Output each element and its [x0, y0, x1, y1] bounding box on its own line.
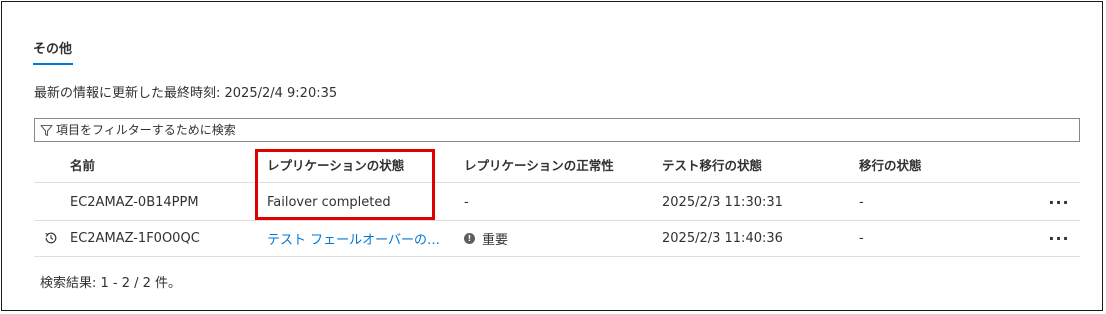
row-name: EC2AMAZ-0B14PPM	[70, 194, 199, 210]
filter-input[interactable]	[56, 121, 1079, 139]
table-header: 名前 レプリケーションの状態 レプリケーションの正常性 テスト移行の状態 移行の…	[34, 146, 1080, 183]
tab-other[interactable]: その他	[33, 38, 72, 57]
filter-icon	[40, 124, 53, 137]
tab-active-indicator	[33, 63, 73, 65]
column-header-replication-status[interactable]: レプリケーションの状態	[267, 146, 452, 182]
more-actions-button[interactable]: ···	[1044, 220, 1074, 256]
row-test-migration-status: 2025/2/3 11:40:36	[662, 230, 783, 246]
more-actions-button[interactable]: ···	[1044, 184, 1074, 220]
replication-status-link[interactable]: テスト フェールオーバーのクリー…	[267, 229, 447, 248]
panel-frame: その他 最新の情報に更新した最終時刻: 2025/2/4 9:20:35 名前 …	[1, 1, 1103, 311]
table-row[interactable]: EC2AMAZ-0B14PPM Failover completed - 202…	[34, 184, 1080, 221]
row-replication-health: -	[464, 194, 469, 210]
column-header-name[interactable]: 名前	[70, 146, 260, 182]
last-updated-text: 最新の情報に更新した最終時刻: 2025/2/4 9:20:35	[34, 86, 338, 101]
results-count: 検索結果: 1 - 2 / 2 件。	[40, 276, 182, 291]
row-replication-health: ! 重要	[464, 220, 654, 256]
history-icon	[40, 220, 62, 256]
critical-icon: !	[464, 232, 475, 244]
row-migration-status: -	[859, 230, 864, 246]
column-header-migration-status[interactable]: 移行の状態	[859, 146, 1049, 182]
more-icon[interactable]: ···	[1048, 229, 1069, 248]
row-test-migration-status: 2025/2/3 11:30:31	[662, 194, 783, 210]
row-replication-status: Failover completed	[267, 194, 391, 210]
column-header-replication-health[interactable]: レプリケーションの正常性	[464, 146, 654, 182]
filter-box[interactable]	[34, 118, 1080, 142]
more-icon[interactable]: ···	[1048, 193, 1069, 212]
table-row[interactable]: EC2AMAZ-1F0O0QC テスト フェールオーバーのクリー… ! 重要 2…	[34, 220, 1080, 257]
column-header-test-migration-status[interactable]: テスト移行の状態	[662, 146, 852, 182]
row-name: EC2AMAZ-1F0O0QC	[70, 230, 200, 246]
row-migration-status: -	[859, 194, 864, 210]
row-replication-status: テスト フェールオーバーのクリー…	[267, 220, 452, 256]
health-label: 重要	[482, 232, 509, 248]
